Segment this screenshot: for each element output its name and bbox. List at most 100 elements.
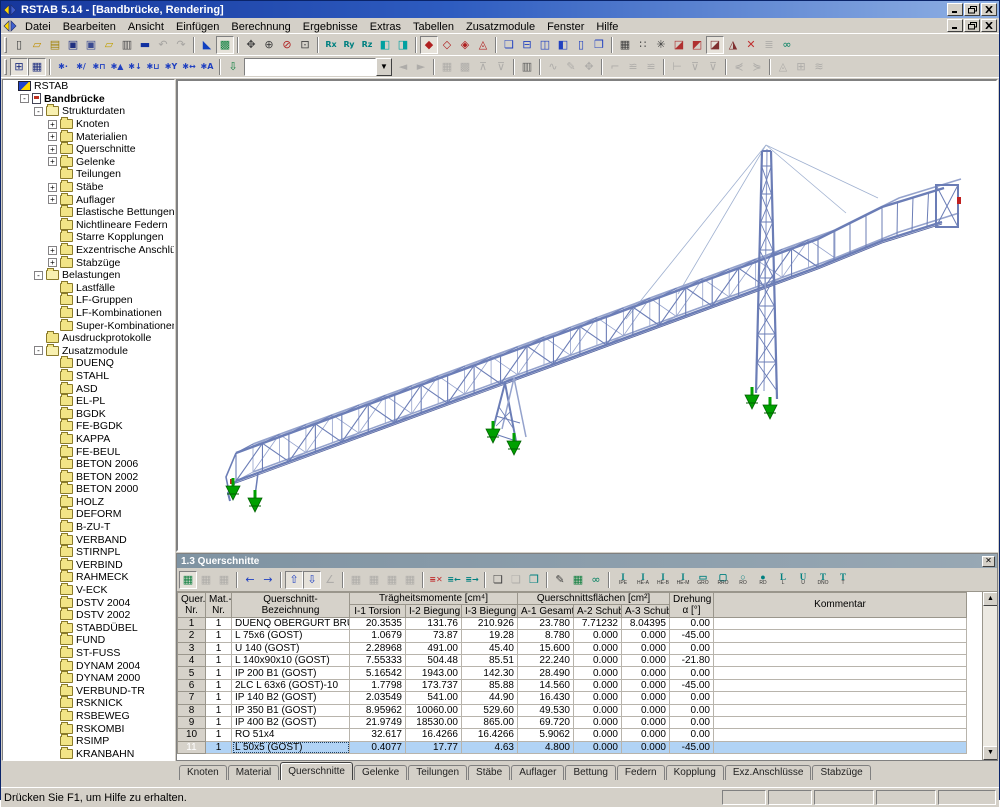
tree-item-materialien[interactable]: + Materialien xyxy=(3,129,174,143)
tree-item-nichtlineare-federn[interactable]: +Nichtlineare Federn xyxy=(3,217,174,232)
display-wireframe-button[interactable]: ◈ xyxy=(456,36,474,54)
cell-mat[interactable]: 1 xyxy=(205,629,232,643)
member-end-button[interactable]: ≌ xyxy=(642,58,660,76)
view-block-a-button[interactable]: ▦ xyxy=(347,571,365,589)
cell-kommentar[interactable] xyxy=(713,641,967,655)
member-start-button[interactable]: ⌐ xyxy=(606,58,624,76)
show-load-values-button[interactable]: ▩ xyxy=(456,58,474,76)
cell-i1[interactable]: 0.4077 xyxy=(349,740,406,755)
edit-pointer-button[interactable]: ✎ xyxy=(562,58,580,76)
profile-gro-button[interactable]: ▭ GRO xyxy=(693,570,713,590)
cell-kommentar[interactable] xyxy=(713,678,967,693)
cell-a2[interactable]: 0.000 xyxy=(573,740,622,755)
zoom-out-button[interactable]: ⊘ xyxy=(278,36,296,54)
tree-item-lf-kombinationen[interactable]: +LF-Kombinationen xyxy=(3,305,174,320)
profile-u-button[interactable]: UU xyxy=(793,570,813,590)
table-panel-caption[interactable]: 1.3 Querschnitte ✕ xyxy=(177,554,997,568)
cell-a2[interactable]: 0.000 xyxy=(573,666,622,680)
tab-stabzüge[interactable]: Stabzüge xyxy=(812,765,871,781)
tree-item-super-kombinationen[interactable]: +Super-Kombinationen xyxy=(3,318,174,332)
cell-a3[interactable]: 0.000 xyxy=(621,740,670,755)
view-block-c-button[interactable]: ▦ xyxy=(383,571,401,589)
new-file-button[interactable]: ▯ xyxy=(10,36,28,54)
tree-item-dynam-2000[interactable]: +DYNAM 2000 xyxy=(3,671,174,685)
profile-t-button[interactable]: TT xyxy=(833,570,853,590)
profile-ro-button[interactable]: ○ RO xyxy=(733,570,753,590)
tree-item-rsknick[interactable]: +RSKNICK xyxy=(3,696,174,710)
workplane-xy-button[interactable]: ◪ xyxy=(670,36,688,54)
cell-mat[interactable]: 1 xyxy=(205,715,232,730)
cell-a3[interactable]: 0.000 xyxy=(621,629,670,643)
workplane-yz-button[interactable]: ◩ xyxy=(688,36,706,54)
close-button[interactable] xyxy=(981,3,997,16)
view-block-d-button[interactable]: ▦ xyxy=(401,571,419,589)
window-tile-vertical-button[interactable]: ◫ xyxy=(536,36,554,54)
cell-mat[interactable]: 1 xyxy=(205,616,232,631)
insert-member-chain-button[interactable]: ✱⊓ xyxy=(90,58,108,76)
save-button[interactable]: ▣ xyxy=(64,36,82,54)
cell-kommentar[interactable] xyxy=(713,715,967,730)
copy-rows-button[interactable]: ❏ xyxy=(489,571,507,589)
expand-marker[interactable]: + xyxy=(48,245,57,255)
toolbar-grip[interactable] xyxy=(4,36,7,53)
row-number[interactable]: 2 xyxy=(177,629,206,643)
display-transparent-button[interactable]: ◇ xyxy=(438,36,456,54)
assign-loadcase-button[interactable]: ⇩ xyxy=(224,58,242,76)
tree-item-querschnitte[interactable]: + Querschnitte xyxy=(3,142,174,156)
tree-item-dstv-2004[interactable]: +DSTV 2004 xyxy=(3,595,174,609)
tree-item-v-eck[interactable]: +V-ECK xyxy=(3,583,174,597)
menu-bearbeiten[interactable]: Bearbeiten xyxy=(57,20,122,34)
cell-kommentar[interactable] xyxy=(713,666,967,680)
cell-a3[interactable]: 0.000 xyxy=(621,653,670,668)
tab-knoten[interactable]: Knoten xyxy=(179,765,227,781)
result-min-button[interactable]: ⋞ xyxy=(730,58,748,76)
cell-a3[interactable]: 0.000 xyxy=(621,703,670,717)
next-loadcase-button[interactable]: ► xyxy=(412,58,430,76)
cell-a2[interactable]: 0.000 xyxy=(573,728,622,742)
cell-bez[interactable]: RO 51x4 xyxy=(231,728,350,742)
cell-mat[interactable]: 1 xyxy=(205,703,232,717)
cell-kommentar[interactable] xyxy=(713,616,967,631)
cell-a1[interactable]: 4.800 xyxy=(517,740,574,755)
cell-a2[interactable]: 0.000 xyxy=(573,691,622,705)
cell-a1[interactable]: 22.240 xyxy=(517,653,574,668)
cell-i2[interactable]: 1943.00 xyxy=(405,666,462,680)
edit-move-button[interactable]: ✥ xyxy=(580,58,598,76)
tree-item-dynam-2004[interactable]: +DYNAM 2004 xyxy=(3,658,174,672)
cell-a1[interactable]: 15.600 xyxy=(517,641,574,655)
cell-i3[interactable]: 16.4266 xyxy=(461,728,518,742)
cell-a2[interactable]: 0.000 xyxy=(573,641,622,655)
tree-item-beton-2000[interactable]: +BETON 2000 xyxy=(3,482,174,496)
cell-a1[interactable]: 28.490 xyxy=(517,666,574,680)
cell-mat[interactable]: 1 xyxy=(205,740,232,755)
insert-member-button[interactable]: ✱/ xyxy=(72,58,90,76)
cell-i1[interactable]: 5.16542 xyxy=(349,666,406,680)
window-cascade-button[interactable]: ❏ xyxy=(500,36,518,54)
cell-kommentar[interactable] xyxy=(713,691,967,705)
cell-i2[interactable]: 173.737 xyxy=(405,678,462,693)
row-number[interactable]: 11 xyxy=(177,740,206,755)
cell-mat[interactable]: 1 xyxy=(205,641,232,655)
cell-i2[interactable]: 504.48 xyxy=(405,653,462,668)
cell-kommentar[interactable] xyxy=(713,728,967,742)
paste-rows-button[interactable]: ❐ xyxy=(525,571,543,589)
fill-down-button[interactable]: ❏ xyxy=(507,571,525,589)
rotate-z-button[interactable]: Rz xyxy=(358,36,376,54)
row-number[interactable]: 9 xyxy=(177,715,206,730)
cell-i3[interactable]: 4.63 xyxy=(461,740,518,755)
menu-einfügen[interactable]: Einfügen xyxy=(170,20,225,34)
previous-loadcase-button[interactable]: ◄ xyxy=(394,58,412,76)
mdi-close-button[interactable] xyxy=(981,19,997,32)
cell-a3[interactable]: 8.04395 xyxy=(621,616,670,631)
tab-teilungen[interactable]: Teilungen xyxy=(408,765,468,781)
cell-a2[interactable]: 0.000 xyxy=(573,678,622,693)
tree-item-strukturdaten[interactable]: - Strukturdaten xyxy=(3,104,174,118)
scale-factors-button[interactable]: ◬ xyxy=(774,58,792,76)
scroll-up-button[interactable]: ▲ xyxy=(983,592,997,606)
insert-hinge-button[interactable]: ✱↓ xyxy=(126,58,144,76)
restore-button[interactable] xyxy=(964,3,980,16)
cell-i3[interactable]: 85.88 xyxy=(461,678,518,693)
tab-gelenke[interactable]: Gelenke xyxy=(353,765,408,781)
profile-dno-button[interactable]: T DNO xyxy=(813,570,833,590)
tree-item-rahmeck[interactable]: +RAHMECK xyxy=(3,570,174,584)
